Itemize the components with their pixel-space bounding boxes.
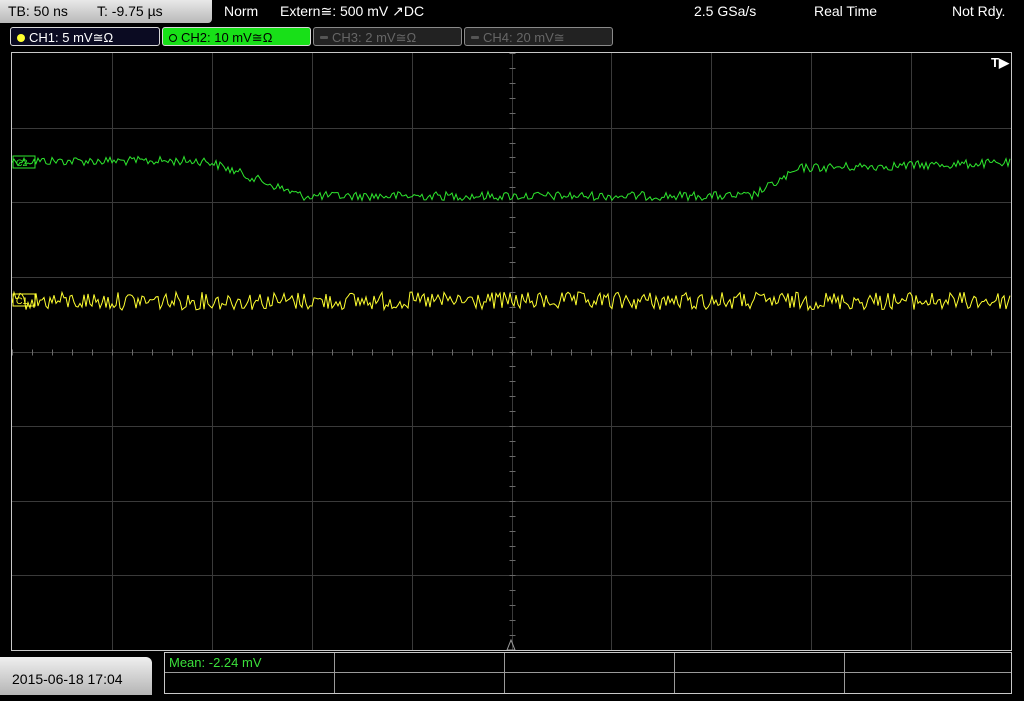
measurement-cell[interactable]: [335, 673, 505, 693]
channel-2-label: CH2: 10 mV≅Ω: [181, 30, 273, 45]
measurement-table[interactable]: Mean: -2.24 mV: [164, 652, 1012, 694]
sample-rate: 2.5 GSa/s: [694, 3, 757, 19]
measurement-cell[interactable]: [165, 673, 335, 693]
channel-2-indicator-icon: [169, 34, 177, 42]
trigger-source[interactable]: Extern≅: 500 mV ↗DC: [280, 0, 424, 23]
channel-3-label: CH3: 2 mV≅Ω: [332, 30, 417, 45]
channel-2-marker-text: C2: [16, 158, 28, 168]
top-status-bar: TB: 50 ns T: -9.75 µs Norm Extern≅: 500 …: [0, 0, 1024, 25]
channel-1-marker-text: C1: [16, 296, 28, 306]
waveform-display[interactable]: C2 C1 T▶: [11, 52, 1012, 651]
acquisition-mode[interactable]: Real Time: [814, 0, 877, 23]
channel-4-indicator-icon: [471, 36, 479, 39]
waveform-graticule: C2 C1: [12, 53, 1011, 650]
channel-4-label: CH4: 20 mV≅: [483, 30, 565, 45]
channel-tabs: CH1: 5 mV≅Ω CH2: 10 mV≅Ω CH3: 2 mV≅Ω CH4…: [0, 26, 1024, 48]
date-time: 2015-06-18 17:04: [0, 657, 152, 695]
channel-2-trace: [12, 155, 1011, 203]
measurement-cell[interactable]: [675, 653, 845, 673]
channel-3-tab[interactable]: CH3: 2 mV≅Ω: [313, 27, 462, 46]
acquisition-status: Not Rdy.: [952, 3, 1006, 19]
measurement-cell[interactable]: [335, 653, 505, 673]
channel-2-tab[interactable]: CH2: 10 mV≅Ω: [162, 27, 311, 46]
measurement-cell[interactable]: [845, 653, 1011, 673]
measurement-cell[interactable]: [845, 673, 1011, 693]
timebase-panel[interactable]: TB: 50 ns T: -9.75 µs: [0, 0, 212, 23]
channel-2-marker: C2: [12, 155, 36, 169]
trigger-level-marker[interactable]: T▶: [991, 55, 1009, 71]
channel-1-indicator-icon: [17, 34, 25, 42]
bottom-bar: 2015-06-18 17:04 Mean: -2.24 mV: [0, 651, 1024, 695]
measurement-cell[interactable]: [675, 673, 845, 693]
trigger-position-icon[interactable]: [506, 638, 516, 650]
channel-4-tab[interactable]: CH4: 20 mV≅: [464, 27, 613, 46]
measurement-cell[interactable]: [505, 653, 675, 673]
measurement-cell[interactable]: [505, 673, 675, 693]
mean-measurement: Mean: -2.24 mV: [169, 655, 262, 670]
channel-3-indicator-icon: [320, 36, 328, 39]
graticule-center-ticks: [12, 53, 992, 636]
channel-1-tab[interactable]: CH1: 5 mV≅Ω: [10, 27, 160, 46]
timebase-label[interactable]: TB: 50 ns: [8, 0, 68, 23]
trigger-mode[interactable]: Norm: [224, 0, 258, 23]
channel-1-label: CH1: 5 mV≅Ω: [29, 30, 114, 45]
trigger-offset-label[interactable]: T: -9.75 µs: [97, 0, 163, 23]
